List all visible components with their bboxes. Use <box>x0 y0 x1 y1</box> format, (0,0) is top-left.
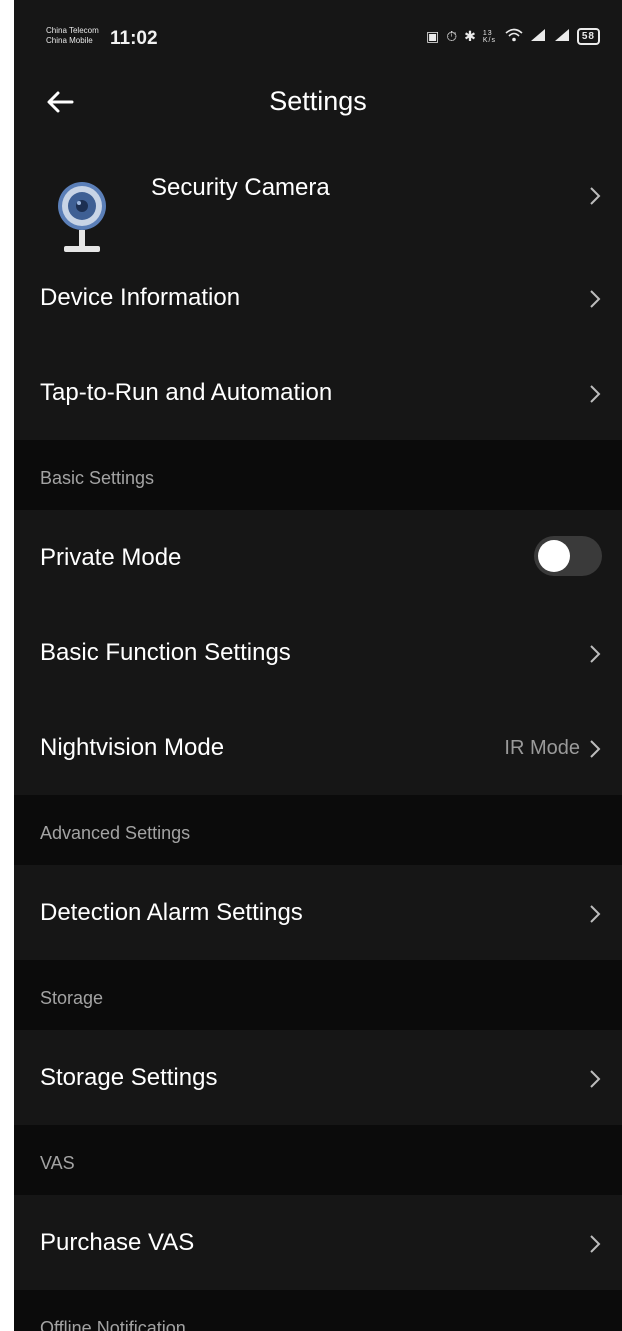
status-bar: China Telecom China Mobile 11:02 ▣ ⏱ ✱ 1… <box>14 0 622 80</box>
basic-function-settings-label: Basic Function Settings <box>40 639 291 666</box>
device-name: Security Camera <box>151 174 330 201</box>
detection-alarm-settings-row[interactable]: Detection Alarm Settings <box>14 865 622 960</box>
network-speed-icon: 13 K/s <box>482 29 496 44</box>
private-mode-row: Private Mode <box>14 510 622 605</box>
nightvision-mode-value: IR Mode <box>504 737 580 759</box>
wifi-icon <box>505 28 523 45</box>
section-storage: Storage <box>14 960 622 1030</box>
device-information-label: Device Information <box>40 284 241 311</box>
nfc-icon: ▣ <box>425 28 441 44</box>
storage-settings-row[interactable]: Storage Settings <box>14 1030 622 1125</box>
chevron-right-icon <box>588 185 602 207</box>
chevron-right-icon <box>588 1233 602 1255</box>
chevron-right-icon <box>588 643 602 665</box>
detection-alarm-settings-label: Detection Alarm Settings <box>40 899 303 926</box>
section-basic-settings: Basic Settings <box>14 440 622 510</box>
chevron-right-icon <box>588 738 602 760</box>
camera-icon <box>52 178 112 258</box>
header: Settings <box>14 80 622 126</box>
private-mode-label: Private Mode <box>40 544 182 571</box>
device-row[interactable]: Security Camera <box>14 140 622 260</box>
status-icons: ▣ ⏱ ✱ 13 K/s 58 <box>426 28 600 45</box>
section-label: Storage <box>40 988 104 1008</box>
bluetooth-icon: ✱ <box>464 28 477 44</box>
carrier-telecom: China Telecom <box>46 26 99 35</box>
phone-screen: China Telecom China Mobile 11:02 ▣ ⏱ ✱ 1… <box>14 0 622 1331</box>
chevron-right-icon <box>588 383 602 405</box>
purchase-vas-row[interactable]: Purchase VAS <box>14 1195 622 1290</box>
page-title: Settings <box>269 86 367 116</box>
carrier-mobile: China Mobile <box>46 36 93 45</box>
section-label: Advanced Settings <box>40 823 191 843</box>
section-advanced-settings: Advanced Settings <box>14 795 622 865</box>
section-label: Basic Settings <box>40 468 155 488</box>
section-offline-notification: Offline Notification <box>14 1290 622 1331</box>
signal-icon <box>529 28 547 45</box>
chevron-right-icon <box>588 288 602 310</box>
battery-icon: 58 <box>576 28 600 45</box>
private-mode-toggle[interactable] <box>534 536 602 576</box>
section-label: VAS <box>40 1153 75 1173</box>
purchase-vas-label: Purchase VAS <box>40 1229 195 1256</box>
tap-to-run-label: Tap-to-Run and Automation <box>40 379 333 406</box>
section-vas: VAS <box>14 1125 622 1195</box>
tap-to-run-row[interactable]: Tap-to-Run and Automation <box>14 350 622 440</box>
nightvision-mode-row[interactable]: Nightvision Mode IR Mode <box>14 700 622 795</box>
chevron-right-icon <box>588 903 602 925</box>
device-information-row[interactable]: Device Information <box>14 260 622 350</box>
section-label: Offline Notification <box>40 1318 186 1331</box>
signal-icon <box>553 28 571 45</box>
carrier-names: China Telecom China Mobile <box>46 26 99 46</box>
nightvision-mode-label: Nightvision Mode <box>40 734 225 761</box>
toggle-knob <box>538 540 570 572</box>
alarm-icon: ⏱ <box>446 28 459 44</box>
status-time: 11:02 <box>110 28 158 49</box>
basic-function-settings-row[interactable]: Basic Function Settings <box>14 605 622 700</box>
storage-settings-label: Storage Settings <box>40 1064 218 1091</box>
chevron-right-icon <box>588 1068 602 1090</box>
